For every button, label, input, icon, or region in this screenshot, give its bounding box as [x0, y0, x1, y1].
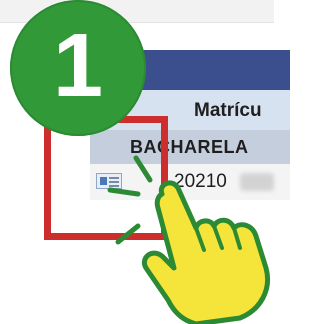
step-badge: 1 [10, 0, 146, 136]
column-header-matricula: Matrícu [194, 100, 262, 121]
step-number: 1 [52, 16, 104, 116]
pointing-hand-icon [107, 155, 270, 324]
